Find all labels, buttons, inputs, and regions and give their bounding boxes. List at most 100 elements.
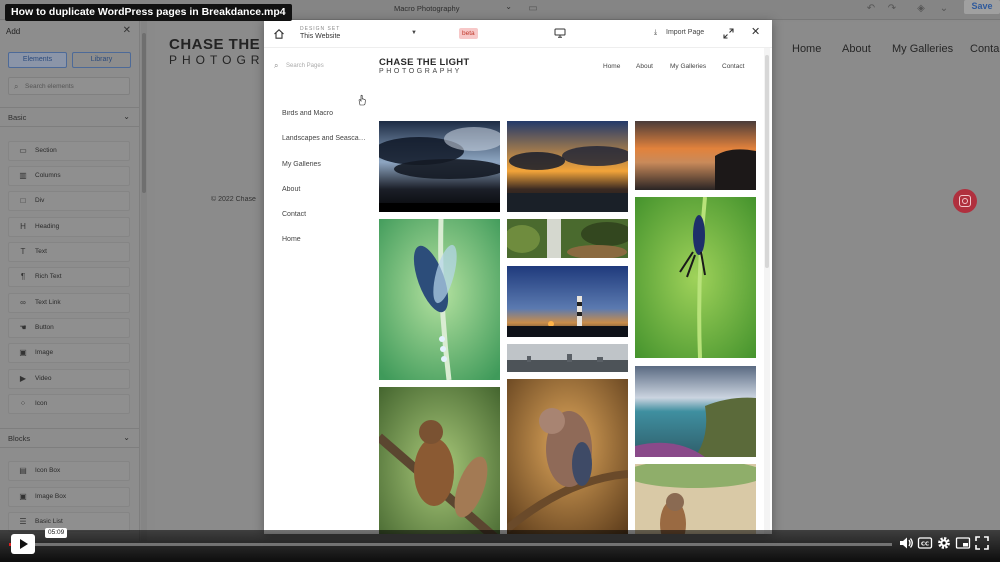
canvas-nav-galleries: My Galleries <box>892 43 954 55</box>
design-set-select[interactable]: This Website <box>300 33 340 40</box>
tab-library[interactable]: Library <box>72 52 131 68</box>
element-text[interactable]: T Text <box>8 242 130 262</box>
download-icon: ⤓ <box>654 29 658 36</box>
link-icon: ∞ <box>20 298 26 307</box>
element-label: Rich Text <box>35 273 62 280</box>
monitor-icon[interactable] <box>554 28 566 38</box>
icon-box-icon: ▤ <box>19 466 27 475</box>
canvas-logo: CHASE THE LI PHOTOGRA <box>169 36 269 68</box>
preview-scrollbar[interactable] <box>764 48 770 534</box>
search-icon: ⌕ <box>274 61 279 70</box>
element-image[interactable]: ▣ Image <box>8 343 130 363</box>
search-pages-input[interactable]: ⌕ Search Pages <box>274 60 364 72</box>
volume-icon[interactable] <box>898 535 914 551</box>
gallery-photo-dragonfly <box>379 219 500 380</box>
gallery-photo-sunset-coast <box>507 121 628 212</box>
miniplayer-icon[interactable] <box>955 535 971 551</box>
section-blocks[interactable]: Blocks ⌄ <box>0 428 140 448</box>
preview-logo-line2: PHOTOGRAPHY <box>379 68 462 75</box>
undo-icon[interactable]: ↶ <box>864 2 878 16</box>
fullscreen-icon[interactable] <box>974 535 990 551</box>
element-text-link[interactable]: ∞ Text Link <box>8 293 130 313</box>
logo-line1: CHASE THE LI <box>169 36 269 53</box>
panel-scrollbar[interactable] <box>141 21 147 541</box>
search-pages-placeholder: Search Pages <box>286 63 324 69</box>
element-div[interactable]: □ Div <box>8 191 130 211</box>
document-select[interactable]: Macro Photography ⌄ <box>388 0 518 18</box>
element-label: Basic List <box>35 518 63 525</box>
element-label: Div <box>35 197 45 204</box>
element-button[interactable]: ☚ Button <box>8 318 130 338</box>
image-box-icon: ▣ <box>19 492 27 501</box>
element-heading[interactable]: H Heading <box>8 217 130 237</box>
page-item-my-galleries[interactable]: My Galleries <box>282 161 368 168</box>
gallery-photo-sunset-cliffs <box>635 121 756 190</box>
page-item-contact[interactable]: Contact <box>282 211 368 218</box>
preview-nav-galleries: My Galleries <box>670 63 707 70</box>
progress-track[interactable] <box>9 543 892 546</box>
element-icon[interactable]: ⁘ Icon <box>8 394 130 414</box>
chevron-down-icon: ⌄ <box>123 112 130 121</box>
preview-logo-line1: CHASE THE LIGHT <box>379 57 470 68</box>
element-label: Text <box>35 248 47 255</box>
play-button[interactable] <box>11 534 35 554</box>
element-basic-list[interactable]: ☰ Basic List <box>8 512 130 532</box>
element-label: Video <box>35 375 52 382</box>
element-label: Image Box <box>35 493 67 500</box>
button-icon: ☚ <box>19 323 27 332</box>
close-icon[interactable]: ✕ <box>751 27 760 38</box>
home-icon[interactable] <box>273 28 285 40</box>
gallery-photo-lighthouse <box>507 266 628 337</box>
page-preview[interactable]: CHASE THE LIGHT PHOTOGRAPHY Home About M… <box>372 48 764 534</box>
import-page-button[interactable]: ⤓ Import Page <box>654 29 704 37</box>
page-item-about[interactable]: About <box>282 186 368 193</box>
chevron-down-icon: ⌄ <box>123 433 130 442</box>
gallery-photo-damselfly <box>635 197 756 358</box>
expand-icon[interactable] <box>723 28 734 39</box>
svg-text:CC: CC <box>921 542 929 548</box>
div-icon: □ <box>20 196 26 205</box>
preview-nav-about: About <box>636 63 653 70</box>
list-icon: ☰ <box>19 517 27 526</box>
element-label: Icon Box <box>35 467 61 474</box>
element-icon-box[interactable]: ▤ Icon Box <box>8 461 130 481</box>
cc-icon[interactable]: CC <box>917 535 933 551</box>
gallery-photo-kestrel-ground <box>635 464 756 534</box>
element-video[interactable]: ▶ Video <box>8 369 130 389</box>
element-label: Icon <box>35 400 48 407</box>
preview-nav-home: Home <box>603 63 621 70</box>
video-frame: Macro Photography ⌄ ▭ ↶ ↷ ◈ ⌄ Save How t… <box>0 0 1000 562</box>
import-page-label: Import Page <box>666 29 705 36</box>
desktop-preview-icon[interactable]: ▭ <box>526 2 540 16</box>
element-label: Columns <box>35 172 61 179</box>
search-placeholder: Search elements <box>25 83 74 90</box>
search-elements-input[interactable]: ⌕ Search elements <box>8 77 130 95</box>
scrollbar-thumb[interactable] <box>142 33 146 193</box>
gallery-photo-skyline <box>507 344 628 372</box>
element-section[interactable]: ▭ Section <box>8 141 130 161</box>
element-label: Text Link <box>35 299 61 306</box>
rich-text-icon: ¶ <box>20 272 26 281</box>
section-basic[interactable]: Basic ⌄ <box>0 107 140 127</box>
page-item-birds-and-macro[interactable]: Birds and Macro <box>282 110 368 117</box>
element-columns[interactable]: ▥ Columns <box>8 166 130 186</box>
section-label: Blocks <box>8 434 31 443</box>
redo-icon[interactable]: ↷ <box>885 2 899 16</box>
caret-down-icon[interactable]: ▼ <box>411 30 417 36</box>
layers-icon[interactable]: ◈ <box>914 2 928 16</box>
gallery-photo-jay <box>507 379 628 534</box>
gallery-photo-stormy-sky <box>379 121 500 212</box>
chevron-down-icon[interactable]: ⌄ <box>937 2 951 16</box>
instagram-icon <box>953 189 977 213</box>
tab-elements[interactable]: Elements <box>8 52 67 68</box>
element-rich-text[interactable]: ¶ Rich Text <box>8 267 130 287</box>
gear-icon[interactable] <box>936 535 952 551</box>
scrollbar-thumb[interactable] <box>765 55 769 268</box>
save-button[interactable]: Save <box>964 0 1000 14</box>
gallery-photo-kestrel-branch <box>379 387 500 534</box>
close-icon[interactable]: ✕ <box>123 25 131 36</box>
icon-grid-icon: ⁘ <box>19 399 27 408</box>
page-item-landscapes[interactable]: Landscapes and Seascapes <box>282 135 368 142</box>
page-item-home[interactable]: Home <box>282 236 368 243</box>
element-image-box[interactable]: ▣ Image Box <box>8 487 130 507</box>
